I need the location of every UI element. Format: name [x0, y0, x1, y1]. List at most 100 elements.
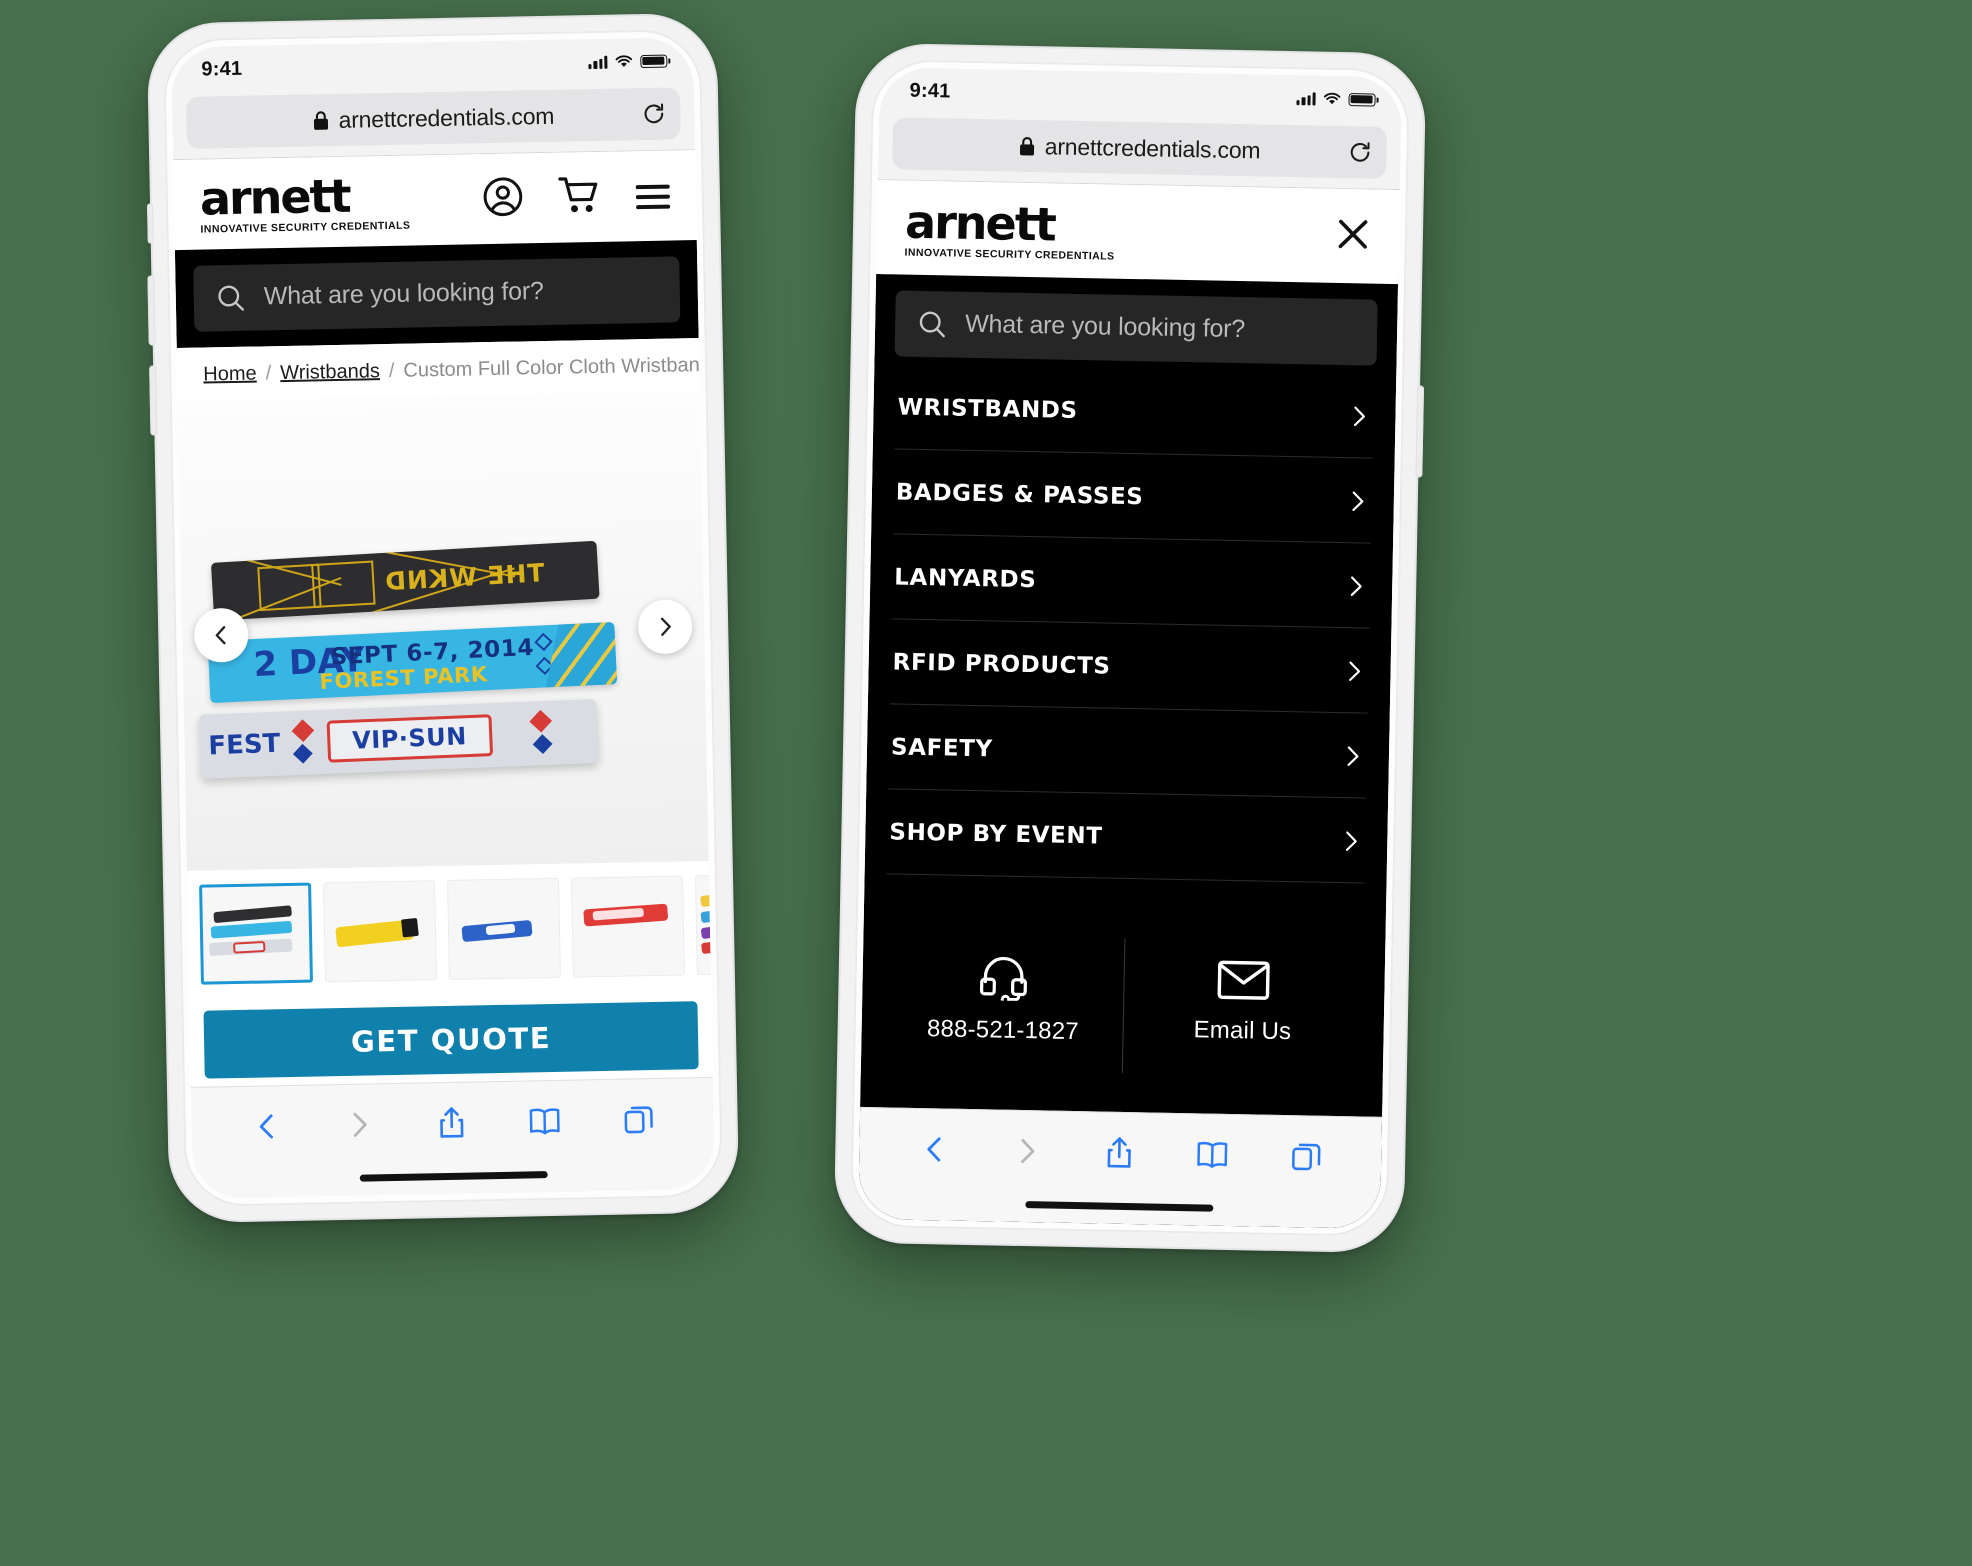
wifi-icon [615, 55, 633, 67]
site-logo[interactable]: arnett INNOVATIVE SECURITY CREDENTIALS [199, 168, 411, 236]
reload-icon[interactable] [641, 101, 666, 126]
logo-wordmark: arnett [199, 168, 351, 226]
address-bar[interactable]: arnettcredentials.com [892, 117, 1388, 179]
search-placeholder: What are you looking for? [964, 309, 1246, 344]
search-band: What are you looking for? [174, 239, 699, 348]
back-button[interactable] [250, 1110, 283, 1148]
phone-left: 9:41 arnettcredentials.com arnett INNOVA… [146, 12, 740, 1224]
site-logo[interactable]: arnett INNOVATIVE SECURITY CREDENTIALS [904, 195, 1115, 263]
breadcrumb-item-home[interactable]: Home [203, 362, 257, 386]
chevron-right-icon [1345, 830, 1357, 851]
tabs-button[interactable] [623, 1103, 656, 1141]
forward-button[interactable] [1011, 1135, 1044, 1173]
headset-icon [980, 956, 1028, 1001]
phone-left-silent-switch [146, 203, 154, 244]
mobile-menu-panel: What are you looking for? WRISTBANDS BAD… [857, 273, 1399, 1229]
get-quote-button[interactable]: GET QUOTE [203, 1000, 699, 1079]
envelope-icon [1217, 960, 1270, 1000]
menu-list: WRISTBANDS BADGES & PASSES LANYARDS RFID… [865, 363, 1397, 884]
tabs-button[interactable] [1290, 1140, 1323, 1178]
logo-tagline: INNOVATIVE SECURITY CREDENTIALS [200, 219, 411, 236]
bookmarks-button[interactable] [1195, 1139, 1230, 1175]
contact-email-label: Email Us [1193, 1015, 1292, 1045]
phone-left-volume-down [149, 365, 158, 436]
thumbnail-item[interactable] [323, 879, 437, 982]
share-button[interactable] [1104, 1136, 1135, 1176]
close-icon[interactable] [1333, 214, 1374, 260]
menu-contact-row: 888-521-1827 Email Us [861, 933, 1385, 1078]
chevron-left-icon [259, 1114, 273, 1139]
search-input[interactable]: What are you looking for? [894, 289, 1378, 366]
phone-right-screen: 9:41 arnettcredentials.com arnett INNOVA… [857, 67, 1403, 1229]
chevron-right-icon [1350, 576, 1362, 596]
menu-search-container: What are you looking for? [874, 274, 1398, 374]
breadcrumb-current: Custom Full Color Cloth Wristbands [403, 353, 716, 382]
book-icon [529, 1108, 560, 1135]
band-text-vip: VIP·SUN [326, 713, 493, 763]
chevron-right-icon [1353, 406, 1365, 426]
status-time: 9:41 [201, 57, 243, 81]
address-bar[interactable]: arnettcredentials.com [185, 87, 681, 149]
product-gallery: THE WKND 2 DAY SEPT 6-7, 2014 FOREST PAR… [177, 390, 709, 871]
contact-email[interactable]: Email Us [1121, 938, 1364, 1078]
thumbnail-item[interactable] [447, 877, 561, 980]
site-header: arnett INNOVATIVE SECURITY CREDENTIALS [173, 150, 697, 250]
cellular-signal-icon [588, 55, 608, 69]
forward-button[interactable] [343, 1108, 376, 1146]
search-icon [919, 311, 945, 337]
battery-icon [640, 54, 668, 68]
contact-phone[interactable]: 888-521-1827 [883, 934, 1124, 1073]
thumbnail-item[interactable] [199, 882, 313, 985]
chevron-right-icon [1352, 491, 1364, 511]
phone-right-power [1415, 385, 1425, 478]
menu-item-rfid-products[interactable]: RFID PRODUCTS [889, 618, 1370, 714]
lock-icon [1019, 135, 1036, 156]
chevron-right-icon [1347, 745, 1359, 766]
search-placeholder: What are you looking for? [263, 277, 544, 311]
cellular-signal-icon [1296, 91, 1316, 105]
menu-item-badges-passes[interactable]: BADGES & PASSES [893, 448, 1373, 544]
safari-urlbar-container-left: arnettcredentials.com [171, 83, 696, 160]
back-button[interactable] [918, 1133, 951, 1171]
menu-item-label: RFID PRODUCTS [892, 648, 1111, 680]
address-bar-url: arnettcredentials.com [338, 102, 555, 133]
chevron-right-icon [353, 1112, 367, 1137]
menu-item-wristbands[interactable]: WRISTBANDS [894, 363, 1375, 459]
status-time: 9:41 [909, 79, 951, 102]
bookmarks-button[interactable] [528, 1106, 563, 1142]
share-button[interactable] [436, 1106, 467, 1146]
band-text-black: THE WKND [383, 557, 546, 597]
tabs-icon [624, 1106, 654, 1134]
menu-item-label: SAFETY [890, 733, 994, 762]
thumbnail-item[interactable] [570, 874, 685, 978]
menu-item-label: LANYARDS [894, 563, 1037, 593]
menu-item-safety[interactable]: SAFETY [888, 703, 1368, 799]
reload-icon[interactable] [1347, 140, 1372, 165]
chevron-right-icon [1349, 660, 1361, 681]
share-icon [1107, 1137, 1131, 1168]
wifi-icon [1323, 92, 1341, 105]
search-input[interactable]: What are you looking for? [193, 255, 681, 332]
status-indicators [1296, 91, 1376, 107]
account-icon[interactable] [482, 176, 525, 224]
header-icons [482, 173, 675, 224]
breadcrumb-separator: / [265, 361, 272, 384]
phone-left-volume-up [147, 275, 156, 346]
cart-icon[interactable] [558, 175, 603, 221]
thumbnail-item[interactable] [694, 872, 712, 975]
phone-left-screen: 9:41 arnettcredentials.com arnett INNOVA… [170, 37, 716, 1199]
book-icon [1197, 1141, 1228, 1168]
battery-icon [1348, 92, 1376, 107]
menu-item-label: SHOP BY EVENT [889, 818, 1103, 850]
menu-item-lanyards[interactable]: LANYARDS [891, 533, 1372, 629]
menu-item-shop-by-event[interactable]: SHOP BY EVENT [886, 788, 1367, 884]
chevron-right-icon [1020, 1138, 1035, 1164]
safari-urlbar-container-right: arnettcredentials.com [877, 113, 1402, 190]
phone-right: 9:41 arnettcredentials.com arnett INNOVA… [833, 42, 1427, 1254]
breadcrumb-item-wristbands[interactable]: Wristbands [280, 360, 380, 385]
search-icon [218, 285, 244, 311]
tabs-icon [1292, 1143, 1321, 1171]
chevron-right-icon [660, 617, 671, 636]
thumbnail-strip[interactable] [186, 860, 712, 1001]
hamburger-icon[interactable] [635, 184, 671, 209]
